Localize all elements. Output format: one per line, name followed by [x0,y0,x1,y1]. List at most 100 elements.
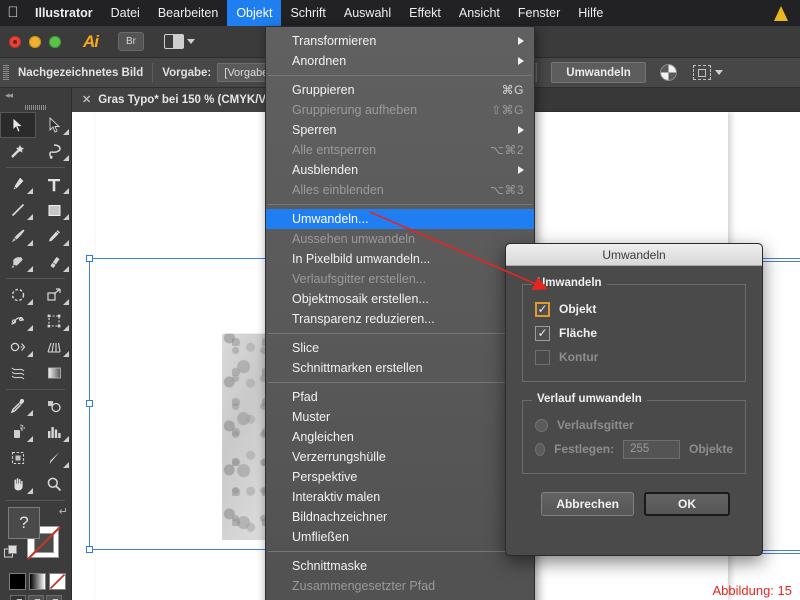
menu-item-pfad[interactable]: Pfad [266,387,534,407]
cancel-button[interactable]: Abbrechen [541,492,634,516]
pen-tool[interactable] [0,171,36,197]
menubar-item-bearbeiten[interactable]: Bearbeiten [149,0,227,26]
expand-button[interactable]: Umwandeln [551,62,646,83]
zoom-window-button[interactable] [49,35,61,48]
symbol-sprayer-tool[interactable] [0,419,36,445]
default-fill-stroke-icon[interactable] [4,545,18,564]
menu-item-in-pixelbild-umwandeln[interactable]: In Pixelbild umwandeln... [266,249,534,269]
objekt-checkbox[interactable]: ✓ [535,301,550,317]
menu-item-transformieren[interactable]: Transformieren [266,31,534,51]
swap-fill-stroke-icon[interactable]: ↵ [59,505,68,518]
menu-item-anordnen[interactable]: Anordnen [266,51,534,71]
menubar-item-fenster[interactable]: Fenster [509,0,569,26]
shape-builder-tool[interactable] [0,334,36,360]
menubar-item-illustrator[interactable]: Illustrator [26,0,102,26]
line-segment-tool[interactable] [0,197,36,223]
checkbox-row-flaeche[interactable]: ✓ Fläche [535,321,733,345]
eyedropper-tool[interactable] [0,393,36,419]
color-fill-button[interactable] [9,573,26,590]
selection-handle-ml[interactable] [86,400,93,407]
type-tool[interactable] [36,171,72,197]
menubar-item-datei[interactable]: Datei [102,0,149,26]
color-mode-icon[interactable] [659,64,677,81]
minimize-window-button[interactable] [29,35,41,48]
flaeche-checkbox[interactable]: ✓ [535,325,550,341]
width-tool[interactable] [0,308,36,334]
menu-item-interaktiv-malen[interactable]: Interaktiv malen [266,487,534,507]
none-fill-button[interactable] [49,573,66,590]
hand-tool[interactable] [0,471,36,497]
menu-item-bildnachzeichner[interactable]: Bildnachzeichner [266,507,534,527]
menu-item-umfließen[interactable]: Umfließen [266,527,534,547]
umwandeln-dialog[interactable]: Umwandeln Umwandeln ✓ Objekt ✓ Fläche Ko… [505,243,763,556]
objekt-dropdown-menu[interactable]: Transformieren Anordnen Gruppieren ⌘G Gruppi… [265,26,535,600]
tools-panel-grip[interactable] [0,102,71,112]
menubar-item-objekt[interactable]: Objekt [227,0,282,26]
magic-wand-tool[interactable] [0,138,36,164]
draw-inside-button[interactable] [46,595,62,600]
menu-item-gruppieren[interactable]: Gruppieren ⌘G [266,80,534,100]
chevron-down-icon[interactable] [714,70,723,75]
tool-flyout-indicator [63,214,69,220]
menubar-item-hilfe[interactable]: Hilfe [569,0,612,26]
document-tab[interactable]: ✕ Gras Typo* bei 150 % (CMYK/Vors [72,87,295,112]
draw-normal-button[interactable] [10,595,26,600]
ok-button[interactable]: OK [644,492,730,516]
menubar-item-auswahl[interactable]: Auswahl [335,0,400,26]
tools-grid-selection [0,112,71,164]
draw-behind-button[interactable] [28,595,44,600]
perspective-grid-tool[interactable] [36,334,72,360]
menu-item-perspektive[interactable]: Perspektive [266,467,534,487]
menu-item-schnittmarken-erstellen[interactable]: Schnittmarken erstellen [266,358,534,378]
close-window-button[interactable] [9,35,21,48]
bridge-button[interactable]: Br [118,32,144,51]
gradient-fill-button[interactable] [29,573,46,590]
artboard-options-icon[interactable] [692,65,711,80]
menubar-item-effekt[interactable]: Effekt [400,0,450,26]
menu-item-slice[interactable]: Slice [266,338,534,358]
selection-tool[interactable] [0,112,36,138]
blend-tool[interactable] [36,393,72,419]
tools-panel-collapse-button[interactable]: ◂◂ [0,88,71,102]
pencil-tool[interactable] [36,223,72,249]
checkbox-row-objekt[interactable]: ✓ Objekt [535,297,733,321]
selection-handle-bl[interactable] [86,546,93,553]
menu-item-label: Perspektive [292,470,358,484]
selection-handle-tl[interactable] [86,255,93,262]
menu-item-transparenz-reduzieren[interactable]: Transparenz reduzieren... [266,309,534,329]
tools-divider [6,278,65,279]
menu-item-angleichen[interactable]: Angleichen [266,427,534,447]
column-graph-tool[interactable] [36,419,72,445]
rectangle-tool[interactable] [36,197,72,223]
paintbrush-tool[interactable] [0,223,36,249]
menu-item-muster[interactable]: Muster [266,407,534,427]
apple-logo-icon[interactable]:  [0,5,26,22]
close-tab-icon[interactable]: ✕ [82,93,91,106]
mesh-tool[interactable] [0,360,36,386]
menubar-item-ansicht[interactable]: Ansicht [450,0,509,26]
direct-selection-tool[interactable] [36,112,72,138]
menu-item-schnittmaske[interactable]: Schnittmaske [266,556,534,576]
menu-item-objektmosaik-erstellen[interactable]: Objektmosaik erstellen... [266,289,534,309]
menu-item-verzerrungshülle[interactable]: Verzerrungshülle [266,447,534,467]
free-transform-tool[interactable] [36,308,72,334]
blob-brush-tool[interactable] [0,249,36,275]
warning-triangle-icon[interactable] [774,5,788,21]
lasso-tool[interactable] [36,138,72,164]
control-bar-grip[interactable] [0,58,12,88]
gradient-tool[interactable] [36,360,72,386]
artboard-tool[interactable] [0,445,36,471]
menu-item-sperren[interactable]: Sperren [266,120,534,140]
menu-item-zeichenflächen[interactable]: Zeichenflächen [266,596,534,600]
rotate-tool[interactable] [0,282,36,308]
tool-flyout-indicator [27,299,33,305]
menu-item-umwandeln[interactable]: Umwandeln... [266,209,534,229]
scale-tool[interactable] [36,282,72,308]
eraser-tool[interactable] [36,249,72,275]
fill-swatch[interactable]: ? [8,507,40,539]
menubar-item-schrift[interactable]: Schrift [281,0,334,26]
zoom-tool[interactable] [36,471,72,497]
menu-item-ausblenden[interactable]: Ausblenden [266,160,534,180]
arrange-documents-button[interactable] [164,34,195,49]
slice-tool[interactable] [36,445,72,471]
